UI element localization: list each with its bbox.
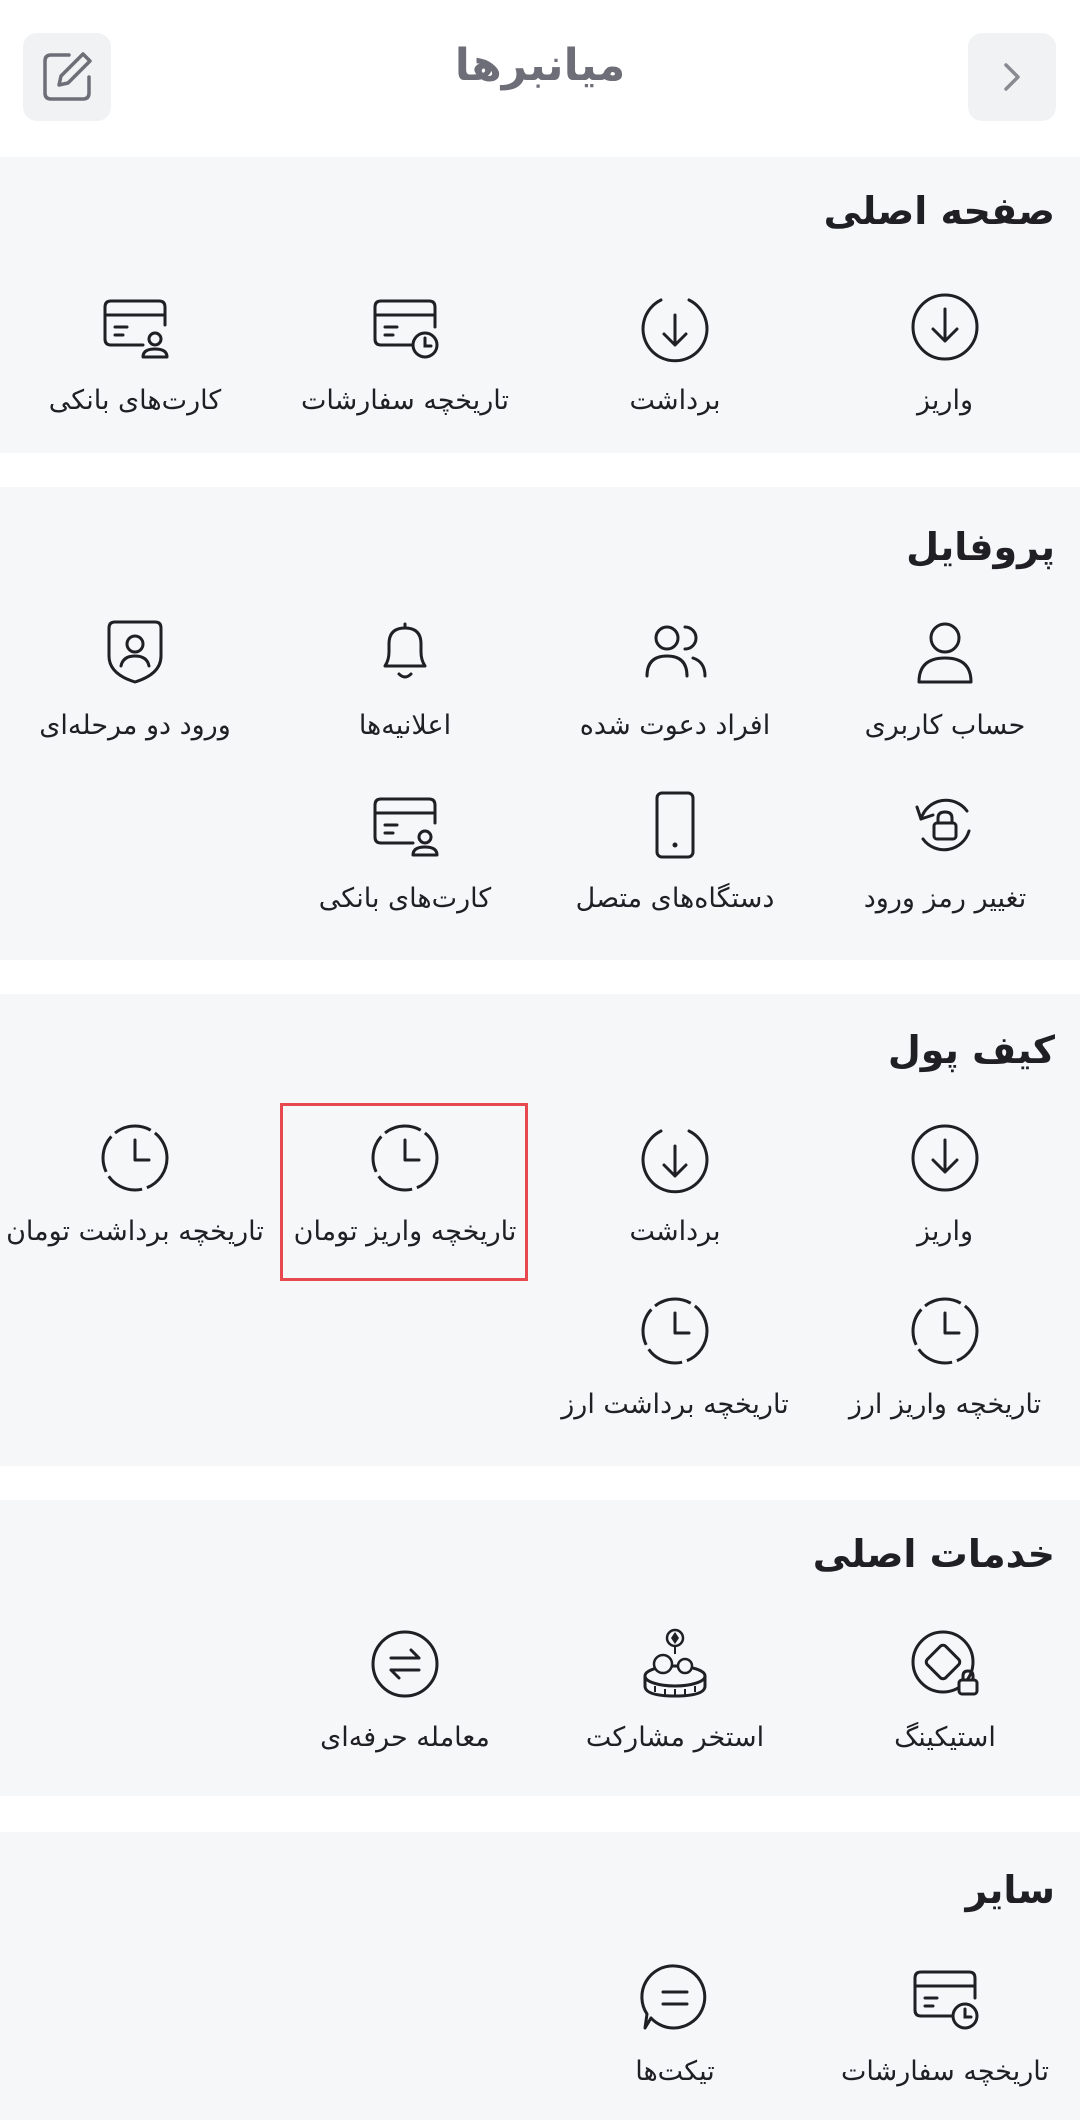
section-main-services: خدمات اصلی استیکینگ استخر مشارکت معامله …: [0, 1500, 1080, 1796]
shortcut-bank-cards[interactable]: کارت‌های بانکی: [270, 785, 540, 935]
bank-card-icon: [0, 287, 270, 367]
shortcut-withdraw[interactable]: برداشت: [540, 287, 810, 437]
shortcut-crypto-withdraw-history[interactable]: تاریخچه برداشت ارز: [540, 1291, 810, 1441]
shortcut-invited-users[interactable]: افراد دعوت شده: [540, 612, 810, 762]
shortcut-label: تاریخچه سفارشات: [300, 385, 510, 416]
shortcut-label: تاریخچه سفارشات: [840, 2056, 1050, 2087]
shortcut-crypto-deposit-history[interactable]: تاریخچه واریز ارز: [810, 1291, 1080, 1441]
shortcut-deposit[interactable]: واریز: [810, 287, 1080, 437]
shortcut-liquidity-pool[interactable]: استخر مشارکت: [540, 1624, 810, 1774]
mobile-icon: [540, 785, 810, 865]
shortcut-bank-cards[interactable]: کارت‌های بانکی: [0, 287, 270, 437]
shortcut-label: تاریخچه واریز تومان: [293, 1216, 517, 1247]
edit-button[interactable]: [23, 33, 111, 121]
shield-user-icon: [0, 612, 270, 692]
shortcut-label: برداشت: [629, 1216, 721, 1247]
shortcut-label: استخر مشارکت: [585, 1722, 765, 1753]
section-title: کیف پول: [887, 1028, 1055, 1072]
shortcut-toman-withdraw-history[interactable]: تاریخچه برداشت تومان: [0, 1118, 270, 1268]
order-history-icon: [810, 1958, 1080, 2038]
users-icon: [540, 612, 810, 692]
swap-icon: [270, 1624, 540, 1704]
section-other: سایر تاریخچه سفارشات تیکت‌ها: [0, 1832, 1080, 2120]
shortcut-label: افراد دعوت شده: [579, 710, 771, 741]
shortcut-label: برداشت: [629, 385, 721, 416]
shortcut-deposit[interactable]: واریز: [810, 1118, 1080, 1268]
shortcut-order-history[interactable]: تاریخچه سفارشات: [270, 287, 540, 437]
top-bar: میانبرها: [0, 0, 1080, 155]
section-title: سایر: [965, 1868, 1055, 1912]
shortcut-notifications[interactable]: اعلانیه‌ها: [270, 612, 540, 762]
deposit-icon: [810, 287, 1080, 367]
withdraw-icon: [540, 1118, 810, 1198]
shortcut-label: تغییر رمز ورود: [863, 883, 1027, 914]
shortcut-tickets[interactable]: تیکت‌ها: [540, 1958, 810, 2108]
shortcut-staking[interactable]: استیکینگ: [810, 1624, 1080, 1774]
shortcut-label: تاریخچه واریز ارز: [848, 1389, 1042, 1420]
history-clock-icon: [270, 1118, 540, 1198]
shortcut-label: تیکت‌ها: [635, 2056, 715, 2087]
shortcut-label: تاریخچه برداشت ارز: [561, 1389, 789, 1420]
shortcut-label: اعلانیه‌ها: [358, 710, 452, 741]
bell-icon: [270, 612, 540, 692]
edit-icon: [39, 49, 95, 105]
staking-icon: [810, 1624, 1080, 1704]
shortcut-label: معامله حرفه‌ای: [320, 1722, 490, 1753]
shortcut-order-history[interactable]: تاریخچه سفارشات: [810, 1958, 1080, 2108]
shortcut-label: حساب کاربری: [864, 710, 1026, 741]
history-clock-icon: [540, 1291, 810, 1371]
shortcut-label: واریز: [917, 385, 973, 416]
history-clock-icon: [810, 1291, 1080, 1371]
shortcut-label: ورود دو مرحله‌ای: [39, 710, 231, 741]
shortcut-pro-trade[interactable]: معامله حرفه‌ای: [270, 1624, 540, 1774]
deposit-icon: [810, 1118, 1080, 1198]
shortcut-withdraw[interactable]: برداشت: [540, 1118, 810, 1268]
withdraw-icon: [540, 287, 810, 367]
history-clock-icon: [0, 1118, 270, 1198]
shortcut-two-factor[interactable]: ورود دو مرحله‌ای: [0, 612, 270, 762]
bank-card-icon: [270, 785, 540, 865]
shortcut-label: دستگاه‌های متصل: [575, 883, 775, 914]
section-profile: پروفایل حساب کاربری افراد دعوت شده اعلان…: [0, 487, 1080, 960]
shortcut-label: تاریخچه برداشت تومان: [6, 1216, 264, 1247]
shortcut-label: کارت‌های بانکی: [48, 385, 222, 416]
section-title: خدمات اصلی: [812, 1532, 1055, 1576]
section-wallet: کیف پول واریز برداشت تاریخچه واریز تومان…: [0, 994, 1080, 1466]
section-title: پروفایل: [906, 525, 1055, 569]
shortcut-label: استیکینگ: [894, 1722, 996, 1753]
shortcut-label: کارت‌های بانکی: [318, 883, 492, 914]
shortcut-toman-deposit-history[interactable]: تاریخچه واریز تومان: [270, 1118, 540, 1268]
section-title: صفحه اصلی: [823, 189, 1055, 233]
order-history-icon: [270, 287, 540, 367]
shortcut-label: واریز: [917, 1216, 973, 1247]
lock-rotate-icon: [810, 785, 1080, 865]
shortcut-connected-devices[interactable]: دستگاه‌های متصل: [540, 785, 810, 935]
shortcut-change-password[interactable]: تغییر رمز ورود: [810, 785, 1080, 935]
section-main-page: صفحه اصلی واریز برداشت تاریخچه سفارشات ک…: [0, 157, 1080, 453]
page-title: میانبرها: [454, 40, 626, 91]
user-icon: [810, 612, 1080, 692]
shortcut-user-account[interactable]: حساب کاربری: [810, 612, 1080, 762]
liquidity-pool-icon: [540, 1624, 810, 1704]
ticket-chat-icon: [540, 1958, 810, 2038]
